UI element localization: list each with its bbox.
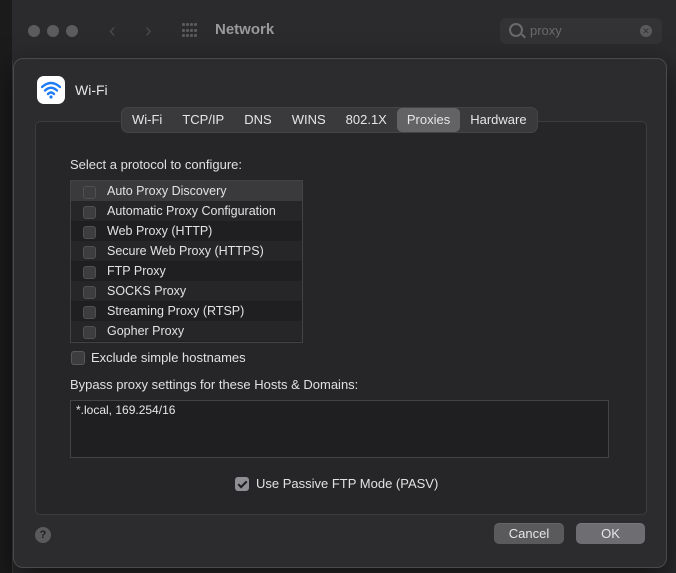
- interface-name: Wi-Fi: [75, 82, 108, 98]
- tab-hardware[interactable]: Hardware: [460, 108, 536, 132]
- ok-button[interactable]: OK: [576, 523, 645, 544]
- list-item[interactable]: Web Proxy (HTTP): [71, 221, 302, 241]
- bypass-label: Bypass proxy settings for these Hosts & …: [70, 377, 359, 392]
- protocol-label: Secure Web Proxy (HTTPS): [107, 244, 264, 258]
- protocol-checkbox[interactable]: [83, 186, 96, 199]
- tab-tcpip[interactable]: TCP/IP: [172, 108, 234, 132]
- protocol-checkbox[interactable]: [83, 286, 96, 299]
- search-icon: [509, 23, 523, 37]
- title-bar: ‹ › Network proxy ✕: [12, 0, 676, 60]
- list-item[interactable]: Automatic Proxy Configuration: [71, 201, 302, 221]
- bypass-hosts-field[interactable]: *.local, 169.254/16: [70, 400, 609, 458]
- protocol-checkbox[interactable]: [83, 226, 96, 239]
- proxies-sheet: Wi-Fi Wi-Fi TCP/IP DNS WINS 802.1X Proxi…: [13, 58, 667, 568]
- zoom-window-button[interactable]: [66, 25, 78, 37]
- search-field[interactable]: proxy ✕: [500, 18, 662, 44]
- list-item[interactable]: Auto Proxy Discovery: [71, 181, 302, 201]
- list-item[interactable]: FTP Proxy: [71, 261, 302, 281]
- tab-8021x[interactable]: 802.1X: [336, 108, 397, 132]
- search-value: proxy: [530, 23, 562, 38]
- cancel-button[interactable]: Cancel: [494, 523, 564, 544]
- tab-bar: Wi-Fi TCP/IP DNS WINS 802.1X Proxies Har…: [122, 108, 537, 132]
- minimize-window-button[interactable]: [47, 25, 59, 37]
- passive-ftp-checkbox[interactable]: [235, 477, 249, 491]
- background-app-strip: [0, 0, 12, 573]
- list-item[interactable]: Secure Web Proxy (HTTPS): [71, 241, 302, 261]
- protocol-label: Streaming Proxy (RTSP): [107, 304, 245, 318]
- protocol-label: Gopher Proxy: [107, 324, 185, 338]
- select-protocol-label: Select a protocol to configure:: [70, 157, 242, 172]
- show-all-grid-icon[interactable]: [182, 23, 198, 39]
- protocol-label: Automatic Proxy Configuration: [107, 204, 276, 218]
- exclude-simple-hostnames-label: Exclude simple hostnames: [91, 350, 246, 365]
- close-window-button[interactable]: [28, 25, 40, 37]
- clear-search-icon[interactable]: ✕: [640, 25, 652, 37]
- screen: ‹ › Network proxy ✕ Wi-Fi Wi-Fi TCP/IP D…: [0, 0, 676, 573]
- back-arrow-icon[interactable]: ‹: [109, 20, 116, 43]
- protocol-checkbox[interactable]: [83, 306, 96, 319]
- protocol-list: Auto Proxy Discovery Automatic Proxy Con…: [70, 180, 303, 343]
- protocol-label: Auto Proxy Discovery: [107, 184, 227, 198]
- protocol-label: Web Proxy (HTTP): [107, 224, 213, 238]
- window-title: Network: [215, 21, 275, 38]
- protocol-checkbox[interactable]: [83, 266, 96, 279]
- exclude-simple-hostnames-checkbox[interactable]: [71, 351, 85, 365]
- tab-wins[interactable]: WINS: [282, 108, 336, 132]
- list-item[interactable]: Streaming Proxy (RTSP): [71, 301, 302, 321]
- help-button[interactable]: ?: [35, 527, 51, 543]
- protocol-label: SOCKS Proxy: [107, 284, 187, 298]
- protocol-checkbox[interactable]: [83, 206, 96, 219]
- protocol-checkbox[interactable]: [83, 246, 96, 259]
- tab-proxies[interactable]: Proxies: [396, 108, 461, 132]
- forward-arrow-icon[interactable]: ›: [145, 20, 152, 43]
- tab-dns[interactable]: DNS: [234, 108, 281, 132]
- list-item[interactable]: SOCKS Proxy: [71, 281, 302, 301]
- protocol-label: FTP Proxy: [107, 264, 166, 278]
- passive-ftp-label: Use Passive FTP Mode (PASV): [256, 476, 439, 491]
- wifi-icon: [37, 76, 65, 104]
- protocol-checkbox[interactable]: [83, 326, 96, 339]
- list-item[interactable]: Gopher Proxy: [71, 321, 302, 341]
- tab-wifi[interactable]: Wi-Fi: [122, 108, 172, 132]
